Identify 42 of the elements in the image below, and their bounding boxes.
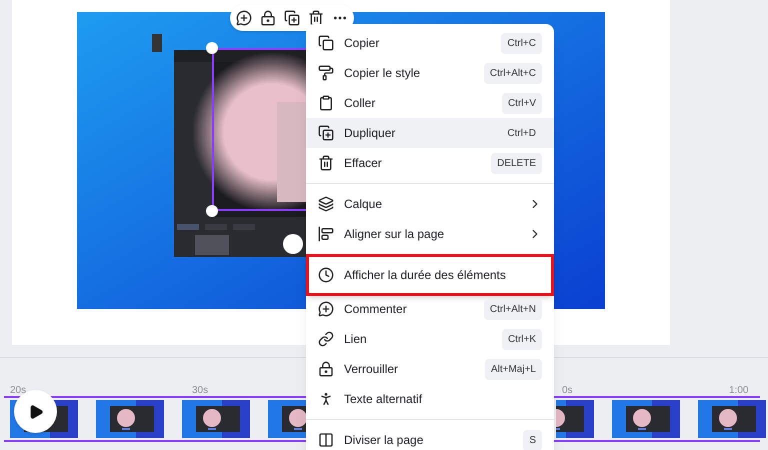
comment-plus-icon[interactable] <box>236 10 252 26</box>
menu-item[interactable]: Dupliquer Ctrl+D <box>306 118 554 148</box>
menu-item[interactable]: Aligner sur la page <box>306 219 554 249</box>
shortcut-label: Ctrl+Alt+N <box>484 298 542 320</box>
lock-icon <box>318 361 334 377</box>
trash-icon[interactable] <box>308 10 324 26</box>
menu-item[interactable]: Texte alternatif <box>306 384 554 414</box>
menu-item[interactable]: Coller Ctrl+V <box>306 88 554 118</box>
menu-item[interactable]: Copier le style Ctrl+Alt+C <box>306 58 554 88</box>
shortcut-label: DELETE <box>491 152 542 174</box>
copy-plus-icon <box>318 125 334 141</box>
play-icon <box>28 404 44 420</box>
menu-item[interactable]: Lien Ctrl+K <box>306 324 554 354</box>
menu-item[interactable]: Copier Ctrl+C <box>306 28 554 58</box>
menu-item[interactable]: Diviser la page S <box>306 425 554 450</box>
time-label: 1:00 <box>729 384 748 398</box>
time-label: 0s <box>562 384 573 398</box>
paint-roller-icon <box>318 65 334 81</box>
split-page-icon <box>318 432 334 448</box>
clock-icon <box>318 267 334 283</box>
shortcut-label: Ctrl+C <box>501 32 542 54</box>
time-label: 30s <box>192 384 208 398</box>
copy-plus-icon[interactable] <box>284 10 300 26</box>
shortcut-label: Alt+Maj+L <box>484 358 542 380</box>
shortcut-label: S <box>523 430 542 450</box>
time-label: 20s <box>10 384 26 398</box>
comment-plus-icon <box>318 301 334 317</box>
align-left-icon <box>318 226 334 242</box>
link-icon <box>318 331 334 347</box>
menu-item[interactable]: Verrouiller Alt+Maj+L <box>306 354 554 384</box>
layers-icon <box>318 196 334 212</box>
shortcut-label: Ctrl+K <box>502 328 542 350</box>
clipboard-icon <box>318 95 334 111</box>
menu-item[interactable]: Afficher la durée des éléments <box>306 254 554 296</box>
shortcut-label: Ctrl+Alt+C <box>484 62 542 84</box>
menu-item[interactable]: Effacer DELETE <box>306 148 554 178</box>
lock-icon[interactable] <box>260 10 276 26</box>
copy-icon <box>318 35 334 51</box>
trash-icon <box>318 155 334 171</box>
shortcut-label: Ctrl+V <box>502 92 542 114</box>
menu-item[interactable]: Calque <box>306 189 554 219</box>
menu-item[interactable]: Commenter Ctrl+Alt+N <box>306 294 554 324</box>
